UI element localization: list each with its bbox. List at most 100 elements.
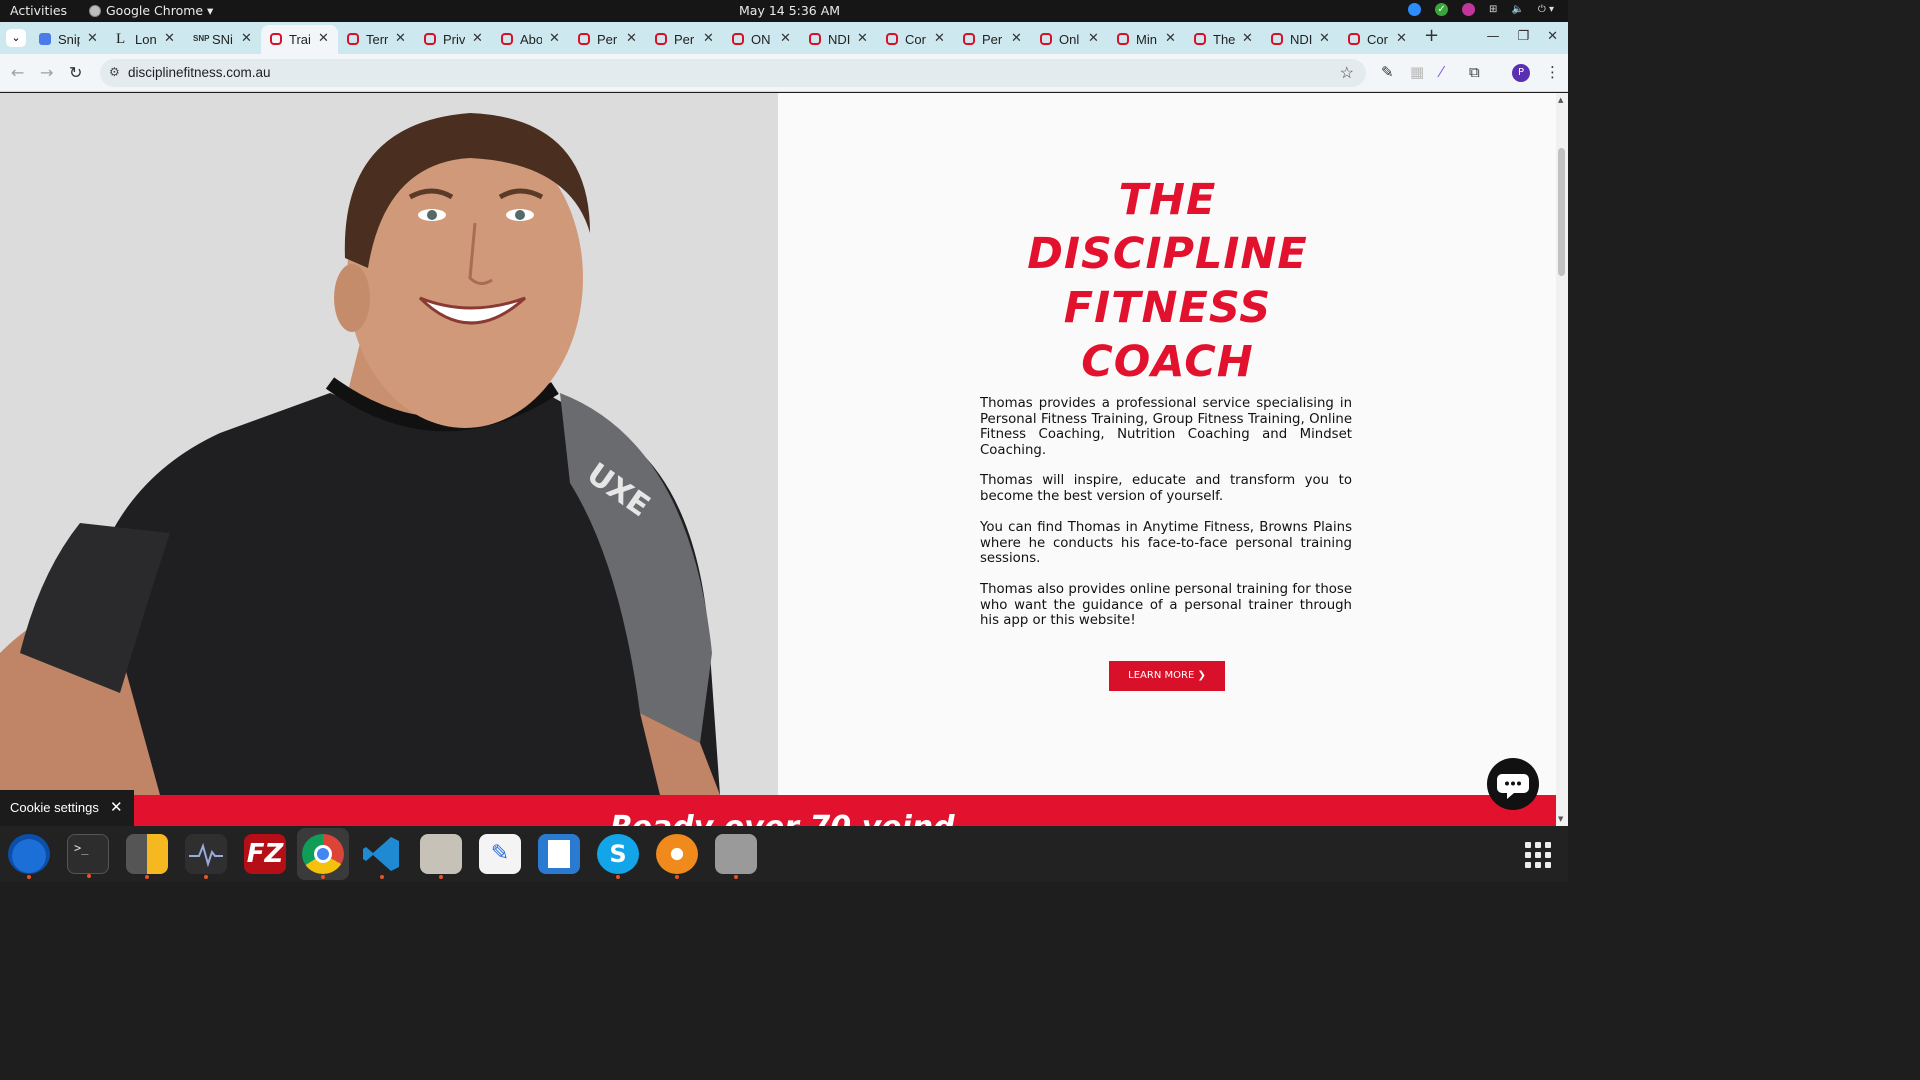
tab-close-icon[interactable]: ✕ (703, 30, 714, 46)
discipline-favicon-icon (1117, 33, 1129, 45)
tab-close-icon[interactable]: ✕ (241, 30, 252, 46)
discipline-favicon-icon (1271, 33, 1283, 45)
terminal-icon[interactable]: >_ (67, 834, 109, 878)
browser-tab[interactable]: Cor ✕ (1339, 25, 1416, 54)
browser-tab[interactable]: NDI ✕ (800, 25, 877, 54)
text-editor-icon[interactable]: ✎ (479, 834, 521, 874)
vscode-icon[interactable] (361, 834, 403, 879)
tab-close-icon[interactable]: ✕ (780, 30, 791, 46)
pen-extension-icon[interactable]: ⁄ (1440, 63, 1443, 81)
chrome-menu-icon[interactable]: ⋮ (1545, 63, 1560, 81)
system-monitor-icon[interactable] (185, 834, 227, 879)
tab-close-icon[interactable]: ✕ (164, 30, 175, 46)
browser-tab[interactable]: NDI ✕ (1262, 25, 1339, 54)
tab-close-icon[interactable]: ✕ (1242, 30, 1253, 46)
browser-tab[interactable]: Cor ✕ (877, 25, 954, 54)
disks-icon[interactable] (715, 834, 757, 879)
app-tray-icon[interactable] (1462, 3, 1476, 16)
browser-tab[interactable]: Per ✕ (646, 25, 723, 54)
window-controls: — ❐ ✕ (1486, 29, 1558, 44)
tab-close-icon[interactable]: ✕ (857, 30, 868, 46)
discipline-favicon-icon (655, 33, 667, 45)
gnome-top-bar: Activities Google Chrome ▾ May 14 5:36 A… (0, 0, 1568, 22)
browser-tab[interactable]: Min ✕ (1108, 25, 1185, 54)
network-icon[interactable]: ⊞ (1489, 3, 1497, 16)
forward-arrow-icon[interactable]: → (40, 63, 53, 82)
tab-close-icon[interactable]: ✕ (626, 30, 637, 46)
minimize-icon[interactable]: — (1486, 29, 1499, 44)
calendar-extension-icon[interactable]: ▦ (1410, 63, 1424, 81)
browser-tab[interactable]: Onl ✕ (1031, 25, 1108, 54)
activities-button[interactable]: Activities (10, 3, 67, 18)
filezilla-icon[interactable]: FZ (244, 834, 286, 874)
cookie-settings-label[interactable]: Cookie settings (10, 800, 99, 815)
chrome-icon[interactable] (302, 834, 344, 879)
bookmark-star-icon[interactable]: ☆ (1340, 63, 1354, 83)
browser-tab[interactable]: Trai ✕ (261, 25, 338, 54)
tab-close-icon[interactable]: ✕ (549, 30, 560, 46)
browser-tab[interactable]: Per ✕ (954, 25, 1031, 54)
check-tray-icon[interactable]: ✓ (1435, 3, 1449, 16)
zoom-tray-icon[interactable] (1408, 3, 1422, 16)
system-tray[interactable]: ✓ ⊞ 🔈 ⏻ ▾ (1408, 3, 1554, 16)
browser-tab[interactable]: L Lon ✕ (107, 25, 184, 54)
calculator-icon[interactable] (126, 834, 168, 879)
clock[interactable]: May 14 5:36 AM (739, 3, 840, 18)
tab-close-icon[interactable]: ✕ (87, 30, 98, 46)
app-menu[interactable]: Google Chrome ▾ (89, 3, 213, 18)
site-info-icon[interactable]: ⚙ (109, 65, 120, 79)
files-icon[interactable] (420, 834, 462, 879)
browser-tab[interactable]: Abo ✕ (492, 25, 569, 54)
tab-close-icon[interactable]: ✕ (472, 30, 483, 46)
volume-icon[interactable]: 🔈 (1511, 3, 1523, 16)
tab-close-icon[interactable]: ✕ (318, 30, 329, 46)
tab-search-chevron-icon[interactable]: ⌄ (6, 29, 26, 47)
restore-icon[interactable]: ❐ (1517, 29, 1529, 44)
profile-avatar[interactable]: P (1512, 64, 1530, 82)
trainer-portrait-illustration: UXE (0, 93, 778, 795)
tab-list: Snip ✕ L Lon ✕ SNPSNi ✕ Trai ✕ Terr ✕ Priv ✕ Abo ✕ Per ✕… (30, 25, 1416, 54)
new-tab-plus-icon[interactable]: + (1424, 25, 1439, 46)
back-arrow-icon[interactable]: ← (11, 63, 24, 82)
discipline-favicon-icon (347, 33, 359, 45)
address-bar[interactable]: ⚙ disciplinefitness.com.au ☆ (100, 59, 1366, 87)
page-scrollbar[interactable]: ▲ ▼ (1556, 93, 1568, 826)
tab-close-icon[interactable]: ✕ (1396, 30, 1407, 46)
discipline-favicon-icon (732, 33, 744, 45)
tab-close-icon[interactable]: ✕ (395, 30, 406, 46)
tab-close-icon[interactable]: ✕ (1088, 30, 1099, 46)
browser-tab[interactable]: Priv ✕ (415, 25, 492, 54)
skype-icon[interactable]: S (597, 834, 639, 879)
close-window-icon[interactable]: ✕ (1547, 29, 1558, 44)
browser-tab[interactable]: ON ✕ (723, 25, 800, 54)
browser-tab[interactable]: The ✕ (1185, 25, 1262, 54)
tab-close-icon[interactable]: ✕ (1011, 30, 1022, 46)
scroll-up-arrow-icon[interactable]: ▲ (1558, 96, 1563, 104)
tab-close-icon[interactable]: ✕ (1319, 30, 1330, 46)
thunderbird-icon[interactable] (8, 834, 50, 879)
extensions-puzzle-icon[interactable]: ⧉ (1469, 63, 1480, 81)
tab-title: Onl (1059, 32, 1080, 47)
tab-close-icon[interactable]: ✕ (1165, 30, 1176, 46)
tab-title: The (1213, 32, 1235, 47)
scrollbar-thumb[interactable] (1558, 148, 1565, 276)
libreoffice-writer-icon[interactable] (538, 834, 580, 874)
discipline-favicon-icon (270, 33, 282, 45)
cookie-settings-bar[interactable]: Cookie settings ✕ (0, 790, 134, 826)
show-apps-grid-icon[interactable] (1525, 842, 1551, 868)
power-icon[interactable]: ⏻ ▾ (1538, 3, 1554, 16)
browser-tab[interactable]: Per ✕ (569, 25, 646, 54)
browser-tab[interactable]: Terr ✕ (338, 25, 415, 54)
close-icon[interactable]: ✕ (110, 798, 123, 816)
scroll-down-arrow-icon[interactable]: ▼ (1558, 815, 1563, 823)
browser-tab[interactable]: SNP SNi ✕ (184, 25, 261, 54)
url-text[interactable]: disciplinefitness.com.au (128, 65, 271, 80)
blender-icon[interactable] (656, 834, 698, 879)
eyedropper-extension-icon[interactable]: ✎ (1381, 63, 1394, 81)
learn-more-button[interactable]: LEARN MORE ❯ (1109, 661, 1225, 691)
chat-widget-button[interactable] (1487, 758, 1539, 810)
discipline-favicon-icon (501, 33, 513, 45)
browser-tab[interactable]: Snip ✕ (30, 25, 107, 54)
reload-icon[interactable]: ↻ (69, 63, 82, 82)
tab-close-icon[interactable]: ✕ (934, 30, 945, 46)
